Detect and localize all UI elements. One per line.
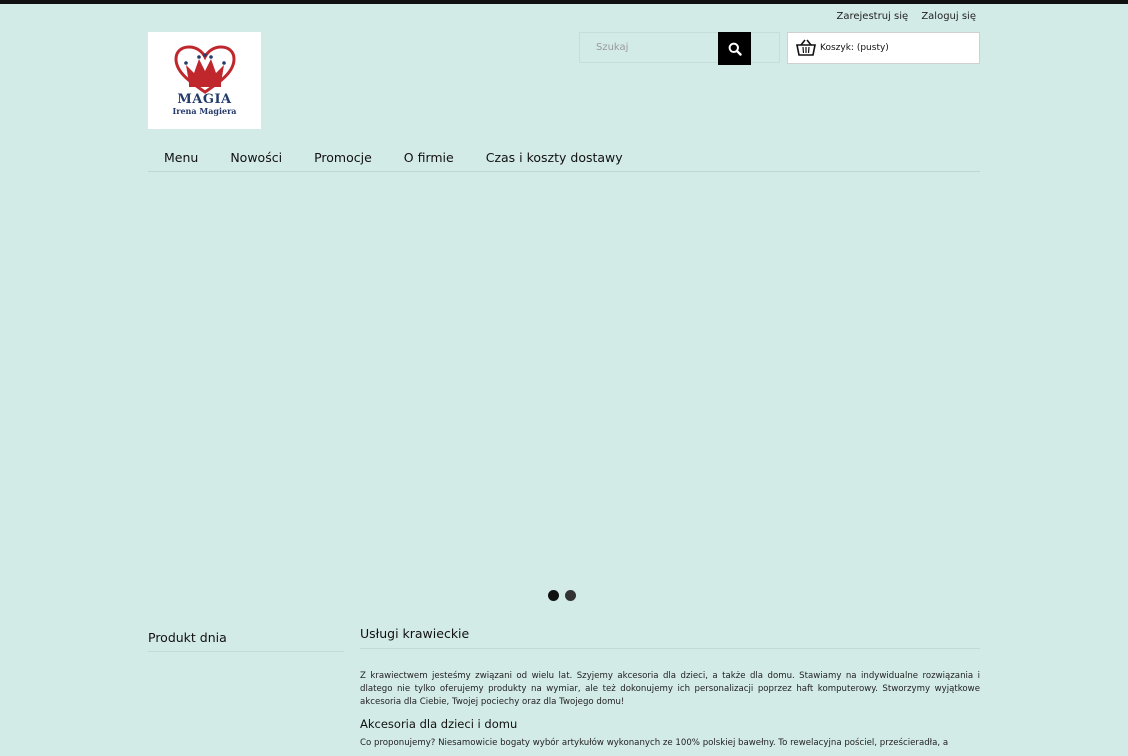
nav-item-promocje[interactable]: Promocje xyxy=(298,146,388,171)
cart-status: (pusty) xyxy=(856,43,889,53)
heart-crown-icon xyxy=(173,45,236,94)
top-bar xyxy=(0,0,1128,4)
site-logo[interactable]: MAGIA Irena Magiera xyxy=(148,32,261,129)
content-paragraph-1: Z krawiectwem jesteśmy związani od wielu… xyxy=(360,671,980,707)
product-of-day-title: Produkt dnia xyxy=(148,630,344,652)
cart-summary[interactable]: Koszyk: (pusty) xyxy=(787,32,980,64)
logo-brand: MAGIA xyxy=(177,92,232,107)
content-title: Usługi krawieckie xyxy=(360,626,980,649)
main-navigation: Menu Nowości Promocje O firmie Czas i ko… xyxy=(148,146,980,172)
search-icon xyxy=(728,42,742,56)
nav-item-nowosci[interactable]: Nowości xyxy=(214,146,298,171)
basket-icon xyxy=(796,39,816,56)
slider-dot-1[interactable] xyxy=(548,590,559,601)
logo-subtitle: Irena Magiera xyxy=(172,106,237,116)
register-link[interactable]: Zarejestruj się xyxy=(837,11,909,22)
login-link[interactable]: Zaloguj się xyxy=(921,11,976,22)
search-input[interactable] xyxy=(580,33,718,62)
search-box xyxy=(579,32,780,65)
sidebar: Produkt dnia xyxy=(148,630,344,652)
search-button[interactable] xyxy=(718,32,751,65)
slider-dot-2[interactable] xyxy=(565,590,576,601)
nav-item-o-firmie[interactable]: O firmie xyxy=(388,146,470,171)
cart-label: Koszyk: xyxy=(820,43,854,53)
header-user-links: Zarejestruj się Zaloguj się xyxy=(827,11,977,22)
content-paragraph-2: Co proponujemy? Niesamowicie bogaty wybó… xyxy=(360,738,949,748)
nav-item-menu[interactable]: Menu xyxy=(148,146,214,171)
main-content: Usługi krawieckie Z krawiectwem jesteśmy… xyxy=(360,626,980,750)
slider-pagination xyxy=(548,590,576,601)
content-subtitle: Akcesoria dla dzieci i domu xyxy=(360,717,518,731)
nav-item-dostawa[interactable]: Czas i koszty dostawy xyxy=(470,146,639,171)
image-slider xyxy=(148,180,980,580)
